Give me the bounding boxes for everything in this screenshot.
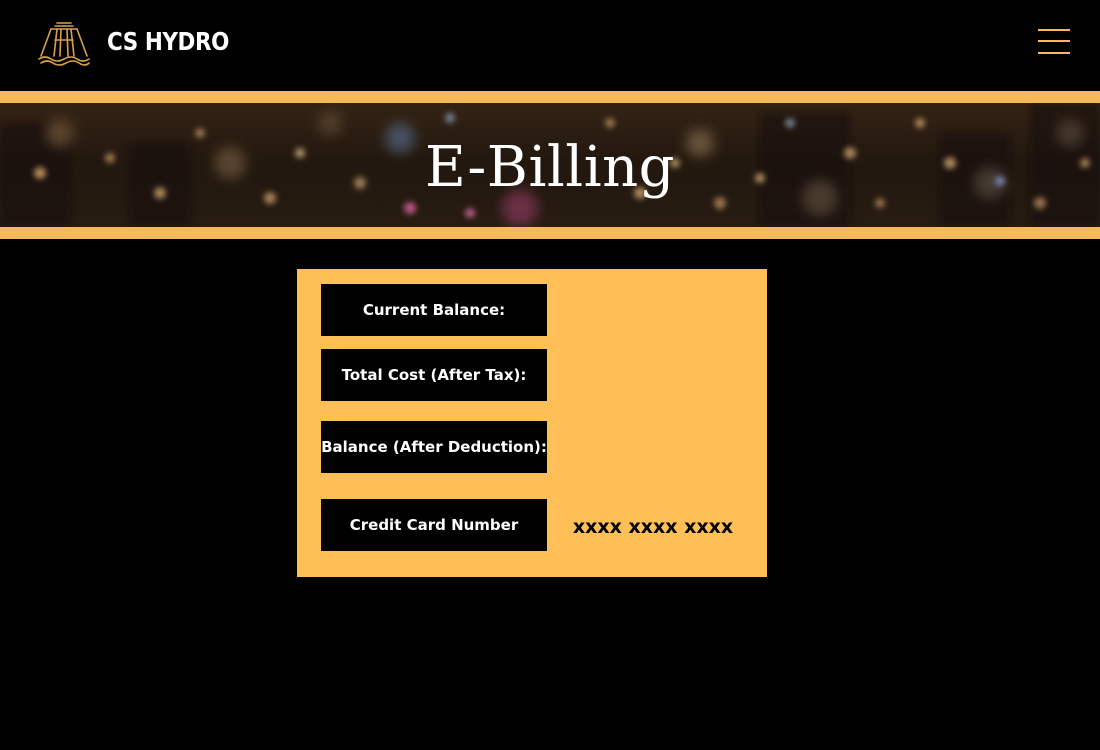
hero-top-stripe [0,91,1100,103]
menu-line [1038,40,1070,42]
balance-after-deduction-value [563,421,743,473]
brand-name[interactable]: CS HYDRO [107,26,229,58]
page-title: E-Billing [424,135,676,200]
hero-bottom-stripe [0,227,1100,239]
dam-logo-icon[interactable] [37,20,91,66]
credit-card-number-label: Credit Card Number [321,499,547,551]
current-balance-label: Current Balance: [321,284,547,336]
hamburger-menu-icon[interactable] [1036,28,1072,56]
top-navigation-bar: CS HYDRO [0,0,1100,91]
credit-card-number-value: xxxx xxxx xxxx [572,516,734,538]
current-balance-value [563,284,743,336]
total-cost-label: Total Cost (After Tax): [321,349,547,401]
total-cost-value [563,349,743,401]
menu-line [1038,52,1070,54]
balance-after-deduction-label: Balance (After Deduction): [321,421,547,473]
menu-line [1038,29,1070,31]
hero-banner: E-Billing [0,103,1100,227]
billing-card: Current Balance: Total Cost (After Tax):… [297,269,767,577]
